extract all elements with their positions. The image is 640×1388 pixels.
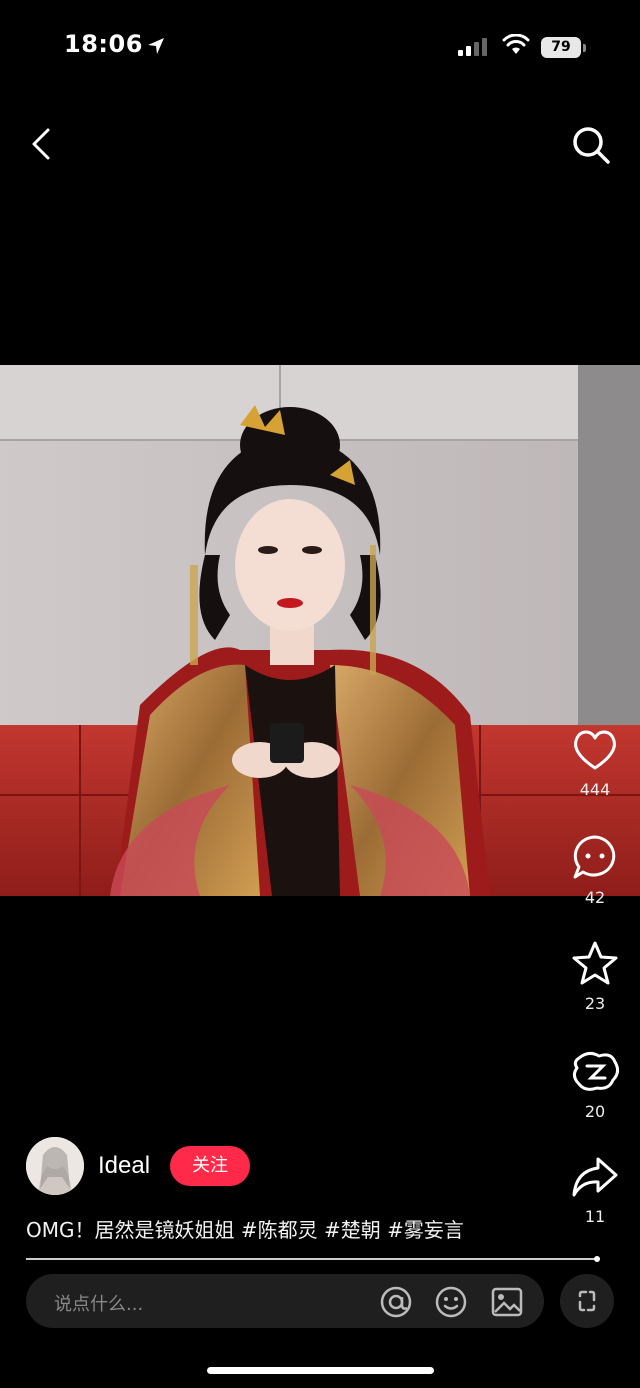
comment-icon[interactable] (571, 834, 619, 880)
signal-icon (458, 38, 487, 56)
hashtag[interactable]: #楚朝 (324, 1218, 381, 1242)
video-frame (0, 365, 640, 896)
expand-icon (578, 1290, 596, 1312)
share-count: 11 (584, 1207, 606, 1226)
hashtag[interactable]: #雾妄言 (387, 1218, 464, 1242)
wifi-icon (502, 34, 530, 54)
share-action[interactable]: 11 (560, 1155, 630, 1226)
video-progress-handle[interactable] (594, 1256, 600, 1262)
comment-placeholder: 说点什么... (54, 1294, 144, 1315)
battery-tip (583, 44, 586, 52)
share-icon[interactable] (570, 1155, 620, 1199)
heart-icon[interactable] (571, 728, 619, 772)
status-time: 18:06 (64, 30, 143, 58)
hashtag[interactable]: #陈都灵 (241, 1218, 318, 1242)
favorite-action[interactable]: 23 (560, 940, 630, 1013)
back-icon[interactable] (28, 128, 56, 160)
comment-action[interactable]: 42 (560, 834, 630, 907)
at-icon[interactable] (379, 1285, 413, 1319)
comment-count: 42 (584, 888, 606, 907)
follow-button[interactable]: 关注 (170, 1146, 250, 1186)
expand-button[interactable] (560, 1274, 614, 1328)
battery-indicator: 79 (541, 37, 581, 58)
search-icon[interactable] (570, 124, 612, 166)
post-caption: OMG！居然是镜妖姐姐 #陈都灵 #楚朝 #雾妄言 (26, 1214, 464, 1243)
home-indicator[interactable] (207, 1367, 434, 1374)
favorite-count: 23 (584, 994, 606, 1013)
author-name[interactable]: Ideal (98, 1152, 150, 1180)
shake-count: 20 (584, 1102, 606, 1121)
avatar[interactable] (26, 1137, 84, 1195)
location-arrow-icon (148, 38, 164, 54)
image-icon[interactable] (490, 1285, 524, 1319)
emoji-icon[interactable] (434, 1285, 468, 1319)
caption-text: OMG！居然是镜妖姐姐 (26, 1218, 235, 1242)
shake-action[interactable]: 20 (560, 1048, 630, 1121)
like-action[interactable]: 444 (560, 728, 630, 799)
star-icon[interactable] (571, 940, 619, 986)
shake-icon[interactable] (569, 1048, 621, 1094)
video-player[interactable] (0, 365, 640, 896)
like-count: 444 (579, 780, 611, 799)
video-progress-fill (26, 1258, 596, 1260)
